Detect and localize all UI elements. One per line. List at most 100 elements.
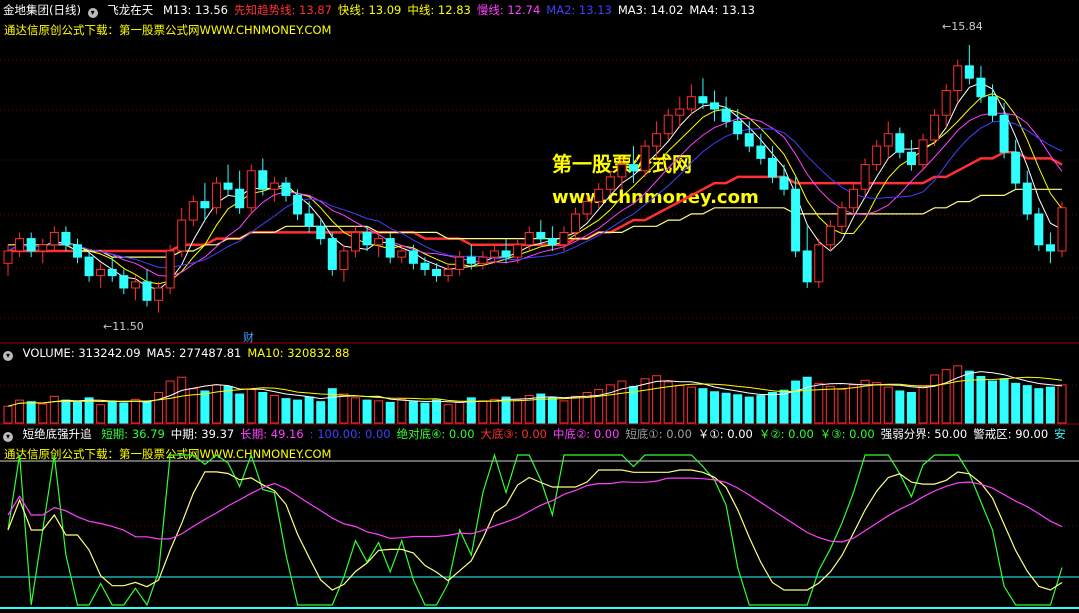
volume-bar	[605, 384, 615, 424]
candle-body	[304, 213, 314, 227]
candle-body	[814, 244, 824, 283]
volume-bar	[1034, 388, 1044, 424]
volume-bar	[733, 394, 743, 424]
candle-body	[130, 281, 140, 289]
candle-body	[443, 268, 453, 277]
volume-bar	[767, 392, 777, 424]
candle-body	[327, 238, 337, 270]
candle-body	[119, 275, 129, 289]
candle-body	[988, 96, 998, 116]
volume-bar	[1011, 382, 1021, 424]
candle-body	[269, 182, 279, 190]
candle-body	[188, 201, 198, 221]
candle-body	[362, 231, 372, 246]
candle-body	[72, 244, 82, 258]
candle-body	[825, 225, 835, 246]
candle-body	[802, 250, 812, 283]
volume-bar	[756, 395, 766, 424]
volume-bar	[791, 380, 801, 424]
candle-body	[84, 256, 94, 277]
volume-bar	[177, 376, 187, 424]
volume-bar	[72, 401, 82, 424]
candle-body	[1057, 207, 1067, 252]
volume-bar	[849, 384, 859, 424]
candle-body	[663, 114, 673, 135]
volume-bar	[953, 365, 963, 424]
volume-bar	[1022, 385, 1032, 424]
volume-bar	[559, 400, 569, 424]
volume-bar	[49, 395, 59, 424]
volume-bar	[455, 401, 465, 424]
volume-bar	[188, 388, 198, 424]
volume-bar	[107, 400, 117, 424]
volume-bar	[883, 386, 893, 424]
candle-body	[849, 188, 859, 209]
volume-bar	[744, 396, 754, 424]
volume-bar	[316, 401, 326, 424]
candle-body	[96, 268, 106, 277]
volume-bar	[652, 375, 662, 424]
candle-body	[350, 231, 360, 252]
volume-bar	[698, 388, 708, 424]
volume-bar	[432, 399, 442, 424]
volume-bar	[547, 397, 557, 424]
volume-bar	[420, 402, 430, 424]
volume-bar	[38, 403, 48, 424]
candle-body	[107, 268, 117, 277]
volume-bar	[350, 397, 360, 424]
chart-canvas[interactable]	[0, 0, 1079, 613]
volume-bar	[3, 405, 13, 424]
volume-bar	[663, 381, 673, 424]
volume-bar	[362, 399, 372, 424]
volume-bar	[918, 385, 928, 424]
candle-body	[895, 133, 905, 153]
candle-body	[906, 151, 916, 166]
candle-body	[200, 201, 210, 209]
candle-body	[628, 164, 638, 172]
candle-body	[385, 238, 395, 258]
candle-body	[837, 207, 847, 227]
candle-body	[258, 170, 268, 190]
candle-body	[617, 164, 627, 178]
candle-body	[177, 219, 187, 252]
volume-bar	[686, 386, 696, 424]
candle-body	[501, 250, 511, 258]
volume-bar	[408, 401, 418, 424]
volume-bar	[269, 395, 279, 424]
ma-line-0	[8, 150, 1063, 253]
volume-bar	[872, 382, 882, 424]
candle-body	[61, 231, 71, 246]
candle-body	[513, 244, 523, 258]
candle-body	[536, 231, 546, 240]
candle-body	[1011, 151, 1021, 184]
candle-body	[1034, 213, 1044, 246]
candle-body	[964, 65, 974, 79]
volume-bar	[976, 375, 986, 424]
candle-body	[408, 250, 418, 264]
candle-body	[455, 256, 465, 270]
candle-body	[293, 194, 303, 215]
candle-body	[1022, 182, 1032, 215]
volume-bar	[281, 398, 291, 424]
candle-body	[733, 120, 743, 135]
candle-body	[211, 182, 221, 209]
candle-body	[316, 225, 326, 240]
volume-bar	[200, 390, 210, 424]
volume-bar	[906, 392, 916, 424]
candle-body	[142, 281, 152, 301]
volume-bar	[802, 376, 812, 424]
candle-body	[432, 268, 442, 277]
candle-body	[38, 244, 48, 252]
volume-bar	[130, 398, 140, 424]
volume-bar	[895, 390, 905, 424]
oscillator-line-0	[7, 452, 1063, 607]
candle-body	[49, 231, 59, 246]
volume-bar	[675, 385, 685, 424]
volume-bar	[293, 399, 303, 424]
candle-body	[235, 188, 245, 209]
oscillator-line-1	[7, 469, 1063, 591]
volume-bar	[223, 385, 233, 424]
volume-bar	[513, 399, 523, 424]
candle-body	[721, 108, 731, 122]
volume-bar	[443, 404, 453, 424]
